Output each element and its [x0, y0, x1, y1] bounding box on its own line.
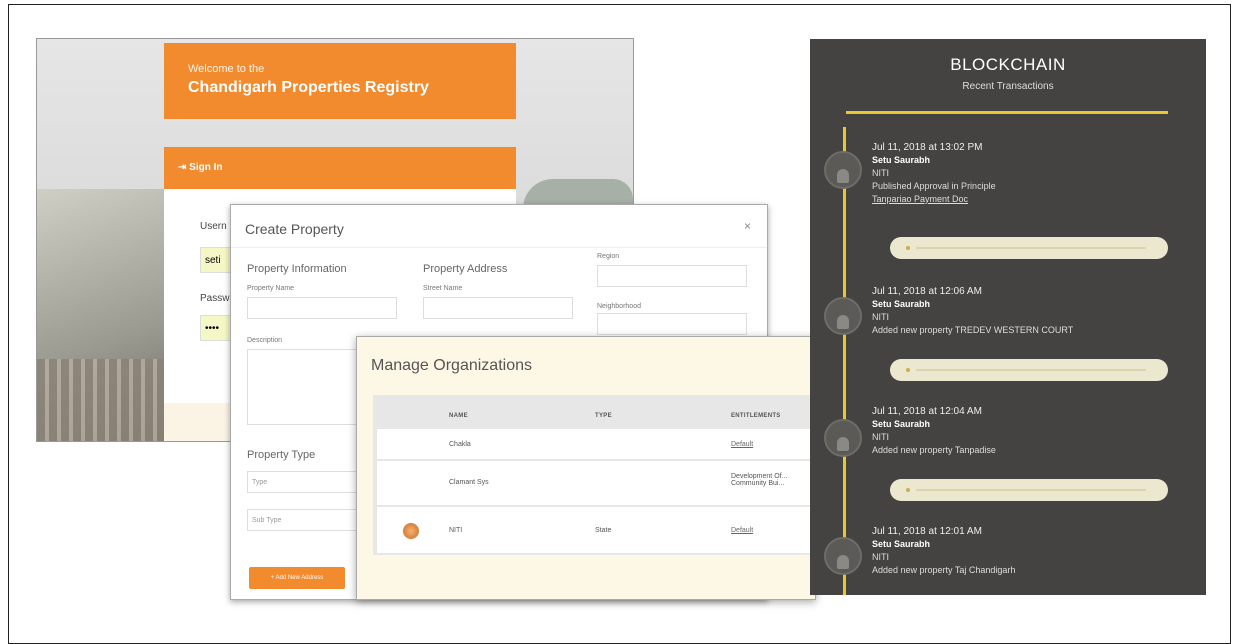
modal-title: Create Property [245, 221, 344, 237]
manage-organizations-panel: Manage Organizations NAME TYPE ENTITLEME… [356, 336, 816, 600]
transaction-item: Jul 11, 2018 at 12:04 AM Setu Saurabh NI… [872, 405, 996, 457]
signin-bar: ⇥ Sign In [164, 147, 516, 189]
region-label: Region [597, 253, 620, 260]
entitlements-link[interactable]: Default [731, 527, 753, 534]
welcome-text: Welcome to the [188, 63, 265, 75]
blockchain-subtitle: Recent Transactions [962, 81, 1054, 92]
signin-bar-label: Sign In [189, 162, 223, 173]
transaction-action: Added new property Tanpadise [872, 445, 996, 455]
column-header-entitlements: ENTITLEMENTS [731, 413, 781, 419]
transaction-action: Added new property TREDEV WESTERN COURT [872, 325, 1074, 335]
entitlements-link[interactable]: Default [731, 441, 753, 448]
signin-icon: ⇥ [178, 162, 190, 173]
timeline-line [843, 127, 846, 595]
transaction-date: Jul 11, 2018 at 13:02 PM [872, 142, 983, 153]
neighborhood-field[interactable] [597, 313, 747, 335]
transaction-org: NITI [872, 312, 889, 322]
table-row[interactable]: NITI State Default [377, 507, 815, 553]
transaction-hash-pill[interactable] [890, 359, 1168, 381]
transaction-item: Jul 11, 2018 at 12:01 AM Setu Saurabh NI… [872, 525, 1015, 577]
org-name: NITI [449, 527, 463, 534]
transaction-action: Published Approval in Principle [872, 181, 996, 191]
registry-title: Chandigarh Properties Registry [188, 79, 429, 96]
entitlements-text: Development Of... Community Bui... [731, 473, 788, 487]
transaction-item: Jul 11, 2018 at 13:02 PM Setu Saurabh NI… [872, 141, 996, 206]
transaction-date: Jul 11, 2018 at 12:01 AM [872, 526, 982, 537]
user-avatar-icon [824, 151, 862, 189]
transaction-date: Jul 11, 2018 at 12:04 AM [872, 406, 982, 417]
property-name-label: Property Name [247, 285, 295, 292]
transaction-user: Setu Saurabh [872, 419, 931, 429]
neighborhood-label: Neighborhood [597, 303, 641, 310]
table-row[interactable]: Clamant Sys Development Of... Community … [377, 461, 815, 505]
user-avatar-icon [824, 297, 862, 335]
transaction-org: NITI [872, 432, 889, 442]
user-avatar-icon [824, 537, 862, 575]
transaction-org: NITI [872, 552, 889, 562]
blockchain-panel: BLOCKCHAIN Recent Transactions Jul 11, 2… [810, 39, 1206, 595]
manage-organizations-title: Manage Organizations [371, 357, 532, 374]
property-name-field[interactable] [247, 297, 397, 319]
description-label: Description [247, 337, 283, 344]
transaction-doc-link[interactable]: Tanpariao Payment Doc [872, 193, 996, 206]
org-logo-icon [403, 523, 419, 539]
organizations-table: NAME TYPE ENTITLEMENTS Chakla Default Cl… [373, 395, 815, 555]
property-information-heading: Property Information [247, 263, 347, 275]
org-name: Chakla [449, 441, 471, 448]
password-label: Passw [200, 293, 230, 304]
divider [231, 247, 767, 248]
title-underline [846, 111, 1168, 114]
add-new-address-button[interactable]: + Add New Address [249, 567, 345, 589]
street-name-label: Street Name [423, 285, 463, 292]
user-avatar-icon [824, 419, 862, 457]
type-select[interactable]: Type [247, 471, 357, 493]
column-header-type: TYPE [595, 413, 612, 419]
table-row[interactable]: Chakla Default [377, 429, 815, 459]
transaction-date: Jul 11, 2018 at 12:06 AM [872, 286, 982, 297]
transaction-hash-pill[interactable] [890, 237, 1168, 259]
street-name-field[interactable] [423, 297, 573, 319]
property-address-heading: Property Address [423, 263, 508, 275]
transaction-user: Setu Saurabh [872, 539, 931, 549]
transaction-user: Setu Saurabh [872, 155, 931, 165]
column-header-name: NAME [449, 413, 468, 419]
transaction-org: NITI [872, 168, 889, 178]
sub-type-select[interactable]: Sub Type [247, 509, 357, 531]
close-icon[interactable]: × [744, 219, 751, 233]
transaction-item: Jul 11, 2018 at 12:06 AM Setu Saurabh NI… [872, 285, 1073, 337]
region-field[interactable] [597, 265, 747, 287]
property-type-heading: Property Type [247, 449, 316, 461]
transaction-hash-pill[interactable] [890, 479, 1168, 501]
org-name: Clamant Sys [449, 479, 489, 486]
blockchain-title: BLOCKCHAIN [950, 55, 1066, 74]
username-label: Usern [200, 221, 227, 232]
transaction-action: Added new property Taj Chandigarh [872, 565, 1016, 575]
description-field[interactable] [247, 349, 357, 425]
building-facade-image [37, 359, 167, 441]
transaction-user: Setu Saurabh [872, 299, 931, 309]
registry-header: Welcome to the Chandigarh Properties Reg… [164, 43, 516, 119]
org-type: State [595, 527, 612, 534]
